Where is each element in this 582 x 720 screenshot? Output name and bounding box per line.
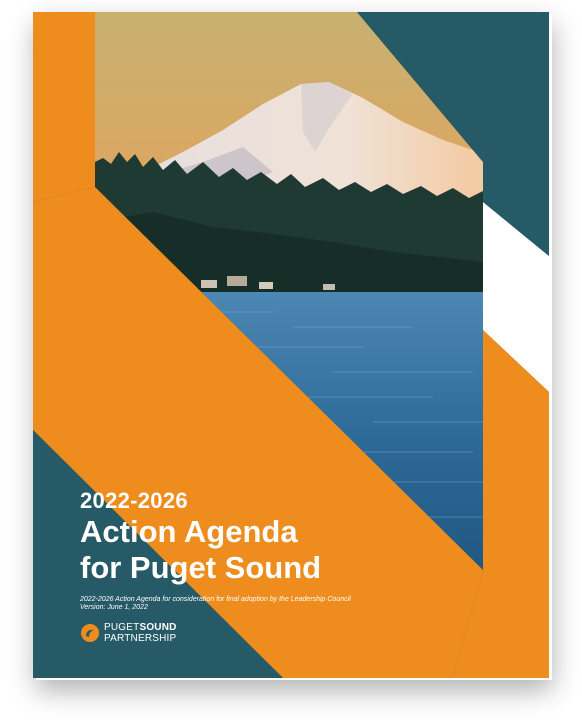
report-title-line-2: for Puget Sound (80, 550, 322, 585)
logo-wordmark: PUGETSOUND PARTNERSHIP (104, 622, 177, 644)
organization-logo: PUGETSOUND PARTNERSHIP (80, 622, 177, 644)
report-subtitle: 2022-2026 Action Agenda for consideratio… (80, 596, 380, 612)
report-years: 2022-2026 (80, 488, 188, 513)
logo-word-puget: PUGET (104, 622, 140, 633)
subtitle-version: Version: June 1, 2022 (80, 604, 148, 611)
puget-sound-partnership-logo-icon (81, 624, 99, 642)
subtitle-description: 2022-2026 Action Agenda for consideratio… (80, 596, 351, 603)
report-cover: 2022-2026 Action Agenda for Puget Sound … (33, 12, 549, 678)
orange-band-left-top (33, 12, 95, 202)
logo-word-partnership: PARTNERSHIP (104, 633, 177, 644)
report-title-line-1: Action Agenda (80, 514, 298, 549)
logo-word-sound: SOUND (139, 622, 177, 633)
